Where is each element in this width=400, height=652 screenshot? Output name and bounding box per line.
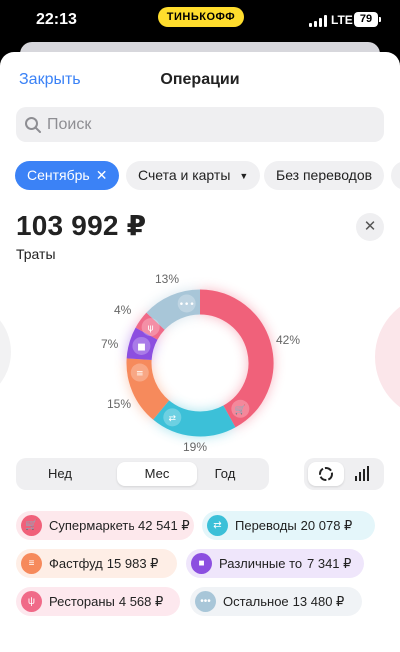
category-fastfood[interactable]: ≡ Фастфуд 15 983 ₽ [16,549,177,578]
category-name: Различные товары [219,556,303,571]
transfer-icon: ⇄ [169,414,177,424]
category-value: 4 568 ₽ [118,594,164,609]
donut-view-icon [319,467,333,481]
search-icon [25,117,41,133]
slice-label-supermarkets: 42% [276,333,301,347]
filter-chip-label: Сентябрь [27,167,90,183]
filter-chip-no-transfers[interactable]: Без переводов [264,161,385,190]
view-toggle[interactable] [304,458,384,490]
slice-label-transfers: 19% [183,440,208,454]
view-bars-button[interactable] [344,462,380,486]
page-title: Операции [160,71,240,88]
category-value: 42 541 ₽ [138,518,190,533]
period-selector[interactable]: Нед Мес Год [16,458,269,490]
category-name: Супермаркеты [49,518,134,533]
box-icon: ■ [191,553,212,574]
category-value: 13 480 ₽ [292,594,345,609]
search-placeholder: Поиск [47,116,92,133]
period-year[interactable]: Год [185,462,265,486]
close-icon[interactable]: ✕ [96,161,108,190]
category-other[interactable]: ••• Остальное 13 480 ₽ [190,587,362,616]
box-icon: ■ [137,342,146,352]
category-name: Рестораны [49,594,115,609]
network-type: LTE [331,13,353,27]
bar-chart-icon [355,466,369,481]
cutlery-icon: ψ [21,591,42,612]
slice-label-other: 13% [155,272,180,286]
filter-chip-label: Без переводов [276,167,373,183]
category-name: Фастфуд [49,556,103,571]
status-time: 22:13 [36,11,77,28]
category-supermarkets[interactable]: 🛒 Супермаркеты 42 541 ₽ [16,511,194,540]
signal-icon [309,15,327,27]
category-value: 15 983 ₽ [106,556,159,571]
battery-icon: 79 [354,12,381,27]
burger-icon: ≡ [21,553,42,574]
cart-icon: 🛒 [21,515,42,536]
slice-label-restaurants: 4% [114,303,132,317]
next-donut [375,306,400,408]
spending-donut: 🛒 ⇄ ≡ ■ψ ••• [0,289,400,437]
dots-icon: ••• [179,300,195,310]
dots-icon: ••• [195,591,216,612]
category-value: 20 078 ₽ [300,518,353,533]
filter-chip-label: Счета и карты [138,167,231,183]
category-transfers[interactable]: ⇄ Переводы 20 078 ₽ [202,511,375,540]
period-week[interactable]: Нед [20,462,100,486]
view-donut-button[interactable] [308,462,344,486]
cutlery-icon: ψ [148,324,154,334]
close-summary-button[interactable]: ✕ [356,213,384,241]
transfer-icon: ⇄ [207,515,228,536]
status-bar: 22:13 ТИНЬКОФФ LTE 79 [0,0,400,40]
operations-sheet: Закрыть Операции Поиск Сентябрь ✕ Счета и… [0,52,400,652]
filter-chip-month[interactable]: Сентябрь ✕ [15,161,120,190]
filter-chip-more[interactable] [391,161,400,190]
category-misc-goods[interactable]: ■ Различные товары 7 341 ₽ [186,549,364,578]
search-input[interactable]: Поиск [16,107,384,142]
cart-icon: 🛒 [235,403,246,415]
slice-label-misc-goods: 7% [101,337,119,351]
category-name: Переводы [235,518,297,533]
filter-chip-accounts[interactable]: Счета и карты ▼ [126,161,261,190]
caret-down-icon: ▼ [239,171,249,181]
category-value: 7 341 ₽ [307,556,352,571]
total-amount: 103 992 ₽ [16,210,147,241]
category-restaurants[interactable]: ψ Рестораны 4 568 ₽ [16,587,180,616]
category-name: Остальное [223,594,289,609]
spending-chart[interactable]: 🛒 ⇄ ≡ ■ ψ ••• 13% 42% 19% 15% 7% 4% [0,257,400,457]
close-icon: ✕ [363,218,377,235]
burger-icon: ≡ [136,369,144,379]
donut-slice[interactable] [199,289,274,428]
slice-label-fastfood: 15% [107,397,132,411]
carrier-badge: ТИНЬКОФФ [158,7,244,27]
